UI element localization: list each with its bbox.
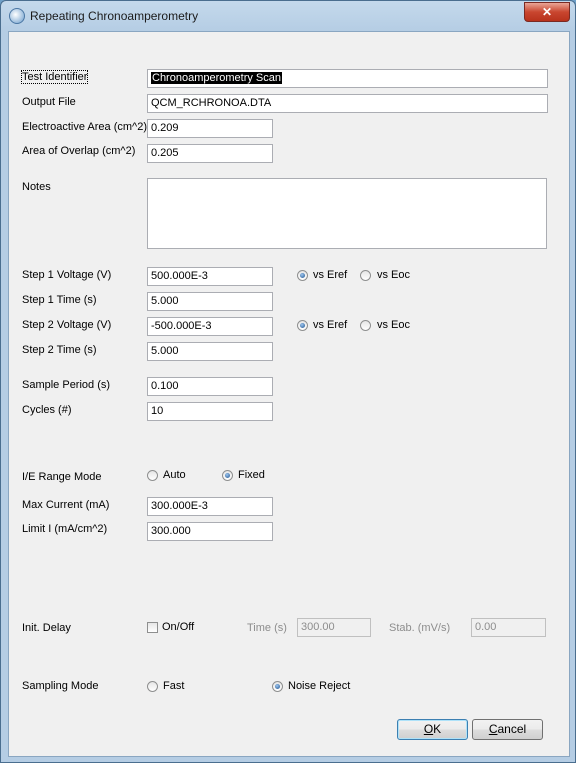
test-identifier-input[interactable]: Chronoamperometry Scan xyxy=(147,69,548,88)
init-delay-time-input[interactable]: 300.00 xyxy=(297,618,371,637)
output-file-label: Output File xyxy=(22,96,76,108)
cycles-input[interactable]: 10 xyxy=(147,402,273,421)
cancel-button[interactable]: Cancel xyxy=(472,719,543,740)
ie-range-mode-label: I/E Range Mode xyxy=(22,471,102,483)
max-current-input[interactable]: 300.000E-3 xyxy=(147,497,273,516)
step1-vs-eref-label[interactable]: vs Eref xyxy=(313,269,347,281)
step2-time-label: Step 2 Time (s) xyxy=(22,344,97,356)
notes-textarea[interactable] xyxy=(147,178,547,249)
notes-label: Notes xyxy=(22,181,51,193)
step1-vs-eoc-radio[interactable] xyxy=(360,270,371,281)
ie-range-auto-radio[interactable] xyxy=(147,470,158,481)
step1-vs-eoc-label[interactable]: vs Eoc xyxy=(377,269,410,281)
step2-time-input[interactable]: 5.000 xyxy=(147,342,273,361)
sampling-noise-reject-label[interactable]: Noise Reject xyxy=(288,680,350,692)
step1-voltage-input[interactable]: 500.000E-3 xyxy=(147,267,273,286)
window-title: Repeating Chronoamperometry xyxy=(30,9,199,23)
step1-time-label: Step 1 Time (s) xyxy=(22,294,97,306)
area-of-overlap-input[interactable]: 0.205 xyxy=(147,144,273,163)
test-identifier-value: Chronoamperometry Scan xyxy=(151,72,283,84)
init-delay-stab-input[interactable]: 0.00 xyxy=(471,618,546,637)
limit-i-input[interactable]: 300.000 xyxy=(147,522,273,541)
dialog-body: Test Identifier Chronoamperometry Scan O… xyxy=(8,31,570,757)
ie-range-fixed-label[interactable]: Fixed xyxy=(238,469,265,481)
cancel-label-rest: ancel xyxy=(497,722,527,736)
test-identifier-label: Test Identifier xyxy=(20,70,89,84)
init-delay-checkbox[interactable] xyxy=(147,622,158,633)
step1-time-input[interactable]: 5.000 xyxy=(147,292,273,311)
step2-voltage-label: Step 2 Voltage (V) xyxy=(22,319,112,331)
step2-voltage-input[interactable]: -500.000E-3 xyxy=(147,317,273,336)
limit-i-label: Limit I (mA/cm^2) xyxy=(22,523,108,535)
step2-vs-eref-radio[interactable] xyxy=(297,320,308,331)
area-of-overlap-label: Area of Overlap (cm^2) xyxy=(22,145,136,157)
max-current-label: Max Current (mA) xyxy=(22,499,110,511)
sampling-mode-label: Sampling Mode xyxy=(22,680,99,692)
sampling-fast-radio[interactable] xyxy=(147,681,158,692)
output-file-input[interactable]: QCM_RCHRONOA.DTA xyxy=(147,94,548,113)
sampling-fast-label[interactable]: Fast xyxy=(163,680,184,692)
sample-period-label: Sample Period (s) xyxy=(22,379,111,391)
step2-vs-eoc-label[interactable]: vs Eoc xyxy=(377,319,410,331)
close-button[interactable]: ✕ xyxy=(524,2,570,22)
init-delay-label: Init. Delay xyxy=(22,622,71,634)
ie-range-fixed-radio[interactable] xyxy=(222,470,233,481)
step2-vs-eoc-radio[interactable] xyxy=(360,320,371,331)
ok-mnemonic: O xyxy=(423,722,434,736)
sampling-noise-reject-radio[interactable] xyxy=(272,681,283,692)
step1-vs-eref-radio[interactable] xyxy=(297,270,308,281)
init-delay-stab-label: Stab. (mV/s) xyxy=(389,622,451,634)
step1-voltage-label: Step 1 Voltage (V) xyxy=(22,269,112,281)
ie-range-auto-label[interactable]: Auto xyxy=(163,469,186,481)
init-delay-checkbox-label[interactable]: On/Off xyxy=(162,621,194,633)
ok-button[interactable]: OK xyxy=(397,719,468,740)
step2-vs-eref-label[interactable]: vs Eref xyxy=(313,319,347,331)
electroactive-area-label: Electroactive Area (cm^2) xyxy=(22,121,147,133)
init-delay-time-label: Time (s) xyxy=(247,622,287,634)
sample-period-input[interactable]: 0.100 xyxy=(147,377,273,396)
dialog-window: Repeating Chronoamperometry ✕ Test Ident… xyxy=(0,0,576,763)
cycles-label: Cycles (#) xyxy=(22,404,72,416)
title-bar[interactable]: Repeating Chronoamperometry ✕ xyxy=(1,1,575,31)
electroactive-area-input[interactable]: 0.209 xyxy=(147,119,273,138)
app-icon xyxy=(9,8,25,24)
ok-label-rest: K xyxy=(433,722,442,736)
